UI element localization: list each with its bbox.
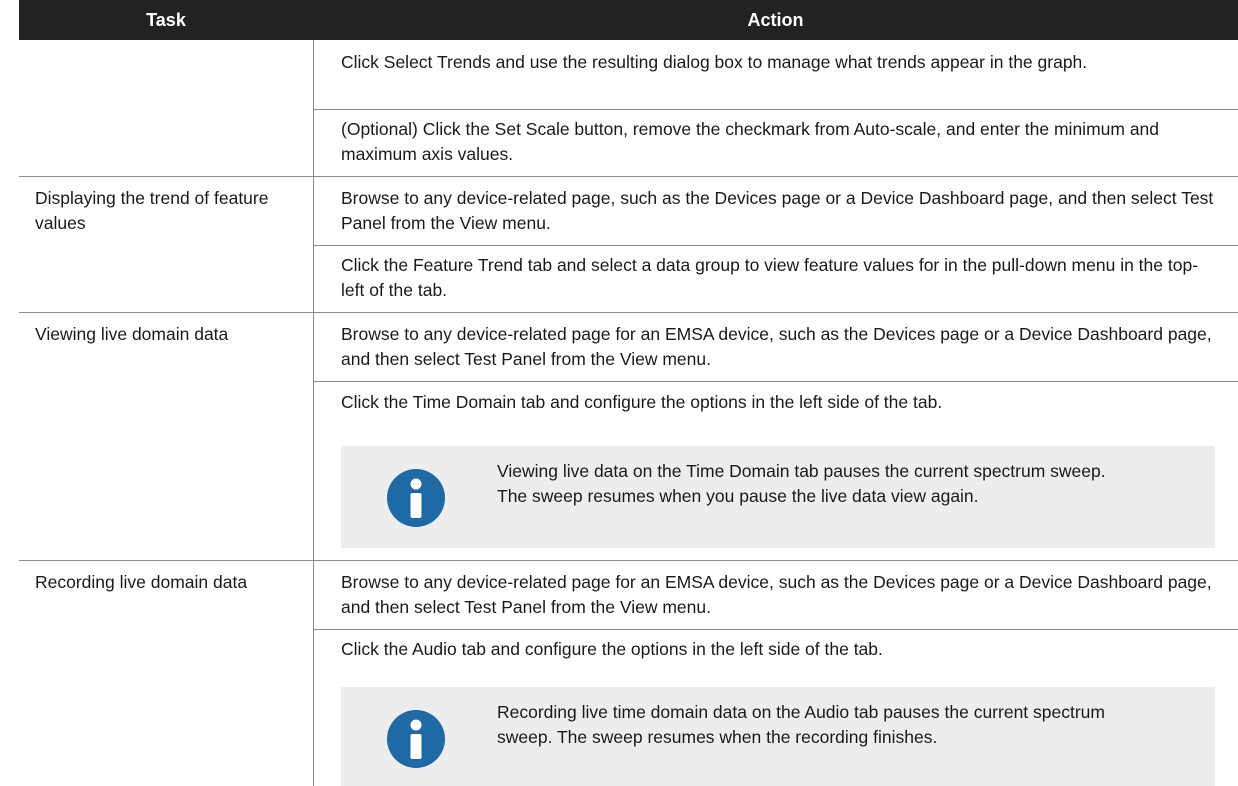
action-cell: Browse to any device-related page for an… [341, 324, 1212, 369]
row-divider [19, 560, 1238, 561]
row-divider [313, 629, 1238, 630]
info-note: Recording live time domain data on the A… [341, 687, 1215, 786]
table-header: Task Action [19, 0, 1238, 40]
header-action: Action [747, 10, 804, 30]
note-text: Viewing live data on the Time Domain tab… [497, 461, 1106, 506]
info-icon [387, 469, 445, 527]
task-action-table: Task Action Click Select Trends and use … [19, 0, 1238, 786]
action-cell: Click the Time Domain tab and configure … [341, 392, 943, 412]
action-cell: Click the Audio tab and configure the op… [341, 639, 883, 659]
row-divider [19, 176, 1238, 177]
row-divider [19, 312, 1238, 313]
action-cell: Click the Feature Trend tab and select a… [341, 255, 1199, 300]
action-cell: Click Select Trends and use the resultin… [341, 52, 1088, 72]
task-cell: Recording live domain data [35, 572, 248, 592]
info-icon [387, 710, 445, 768]
note-text: Recording live time domain data on the A… [497, 702, 1105, 747]
row-divider [313, 381, 1238, 382]
action-cell: Browse to any device-related page for an… [341, 572, 1212, 617]
action-cell: Browse to any device-related page, such … [341, 188, 1214, 233]
column-divider [313, 40, 314, 786]
info-note: Viewing live data on the Time Domain tab… [341, 446, 1215, 548]
task-cell: Viewing live domain data [35, 324, 229, 344]
task-cell: Displaying the trend of feature values [35, 188, 269, 233]
action-cell: (Optional) Click the Set Scale button, r… [341, 119, 1160, 164]
row-divider [313, 109, 1238, 110]
header-task: Task [146, 10, 186, 30]
row-divider [313, 245, 1238, 246]
